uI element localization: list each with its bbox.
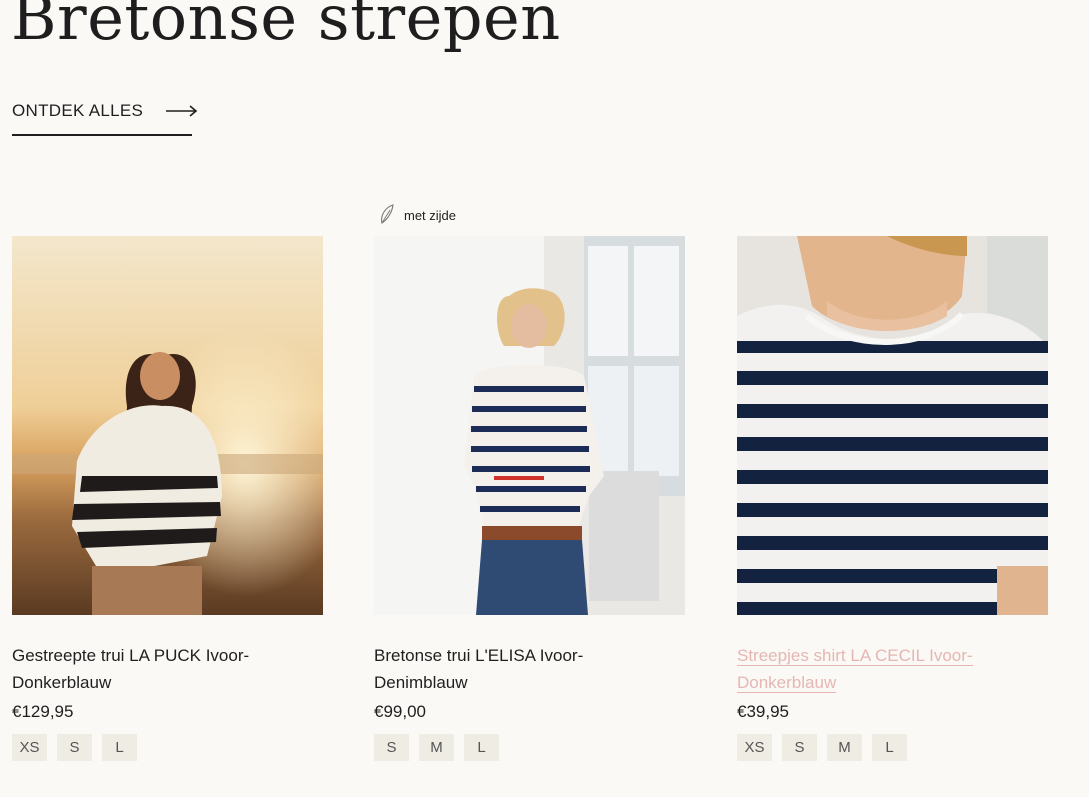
discover-all-link[interactable]: ONTDEK ALLES xyxy=(12,98,198,136)
size-list: XS S L xyxy=(12,734,137,761)
product-price: €39,95 xyxy=(737,702,789,721)
size-chip[interactable]: S xyxy=(374,734,409,761)
size-chip[interactable]: L xyxy=(872,734,907,761)
size-list: XS S M L xyxy=(737,734,907,761)
product-price: €99,00 xyxy=(374,702,426,721)
product-badge: met zijde xyxy=(378,203,457,228)
discover-all-label: ONTDEK ALLES xyxy=(12,101,144,120)
product-section: Bretonse strepen ONTDEK ALLES Gestreepte… xyxy=(0,0,1089,797)
long-arrow-right-icon xyxy=(165,104,199,123)
product-name-link[interactable]: Bretonse trui L'ELISA Ivoor-Denimblauw xyxy=(374,642,664,696)
product-image[interactable] xyxy=(374,236,685,615)
product-name-text: Streepjes shirt LA CECIL Ivoor-Donkerbla… xyxy=(737,646,973,693)
size-chip[interactable]: XS xyxy=(737,734,772,761)
size-list: S M L xyxy=(374,734,499,761)
product-image[interactable] xyxy=(12,236,323,615)
size-chip[interactable]: S xyxy=(57,734,92,761)
size-chip[interactable]: M xyxy=(419,734,454,761)
silk-feather-icon xyxy=(378,203,396,228)
product-name-link[interactable]: Streepjes shirt LA CECIL Ivoor-Donkerbla… xyxy=(737,642,1027,696)
section-title: Bretonse strepen xyxy=(11,0,561,54)
badge-label: met zijde xyxy=(404,207,457,223)
size-chip[interactable]: L xyxy=(464,734,499,761)
size-chip[interactable]: L xyxy=(102,734,137,761)
size-chip[interactable]: S xyxy=(782,734,817,761)
product-name-link[interactable]: Gestreepte trui LA PUCK Ivoor-Donkerblau… xyxy=(12,642,302,696)
size-chip[interactable]: M xyxy=(827,734,862,761)
size-chip[interactable]: XS xyxy=(12,734,47,761)
product-image[interactable] xyxy=(737,236,1048,615)
product-price: €129,95 xyxy=(12,702,74,721)
